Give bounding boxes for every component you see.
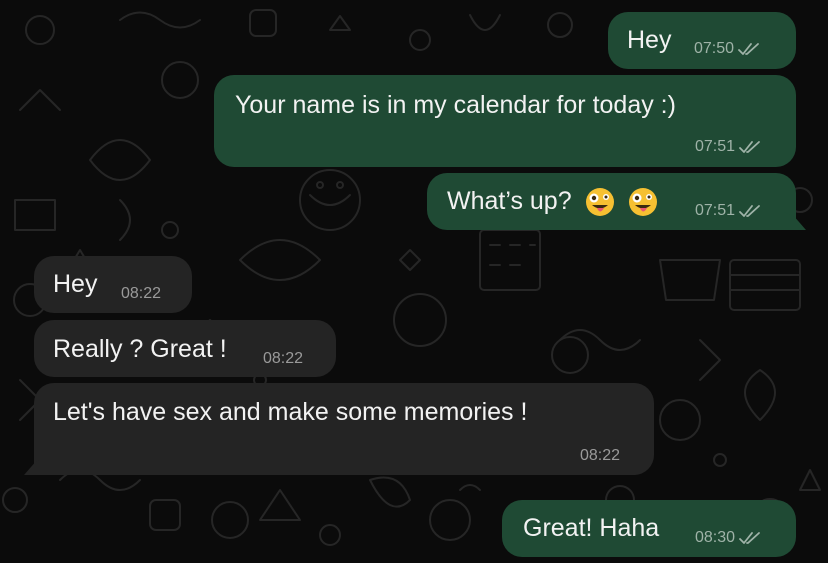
message-text: Hey [53, 270, 98, 298]
message-meta: 07:51 [695, 202, 761, 220]
message-text: Your name is in my calendar for today :) [235, 91, 676, 119]
message-meta: 08:22 [121, 285, 161, 303]
message-time: 07:50 [694, 40, 735, 57]
message-text-row: What’s up? [447, 186, 658, 217]
outgoing-message[interactable]: Hey 07:50 [608, 12, 796, 69]
message-time: 08:30 [695, 529, 736, 546]
message-text: Really ? Great ! [53, 335, 227, 363]
outgoing-message[interactable]: Great! Haha 08:30 [502, 500, 796, 557]
message-time: 08:22 [121, 285, 162, 302]
incoming-message[interactable]: Really ? Great ! 08:22 [34, 320, 336, 377]
message-time: 08:22 [263, 350, 304, 367]
message-meta: 08:22 [580, 447, 620, 465]
message-text: What’s up? [447, 187, 572, 215]
double-check-icon [739, 205, 760, 217]
message-meta: 07:51 [695, 138, 761, 156]
message-meta: 08:22 [263, 350, 303, 368]
double-check-icon [739, 141, 760, 153]
message-text: Great! Haha [523, 514, 660, 542]
double-check-icon [738, 43, 759, 55]
message-text: Hey [627, 26, 672, 54]
message-time: 08:22 [580, 447, 621, 464]
message-text: Let's have sex and make some memories ! [53, 398, 528, 426]
zany-face-emoji [585, 188, 614, 217]
message-meta: 07:50 [694, 40, 760, 58]
bubble-tail [24, 457, 46, 475]
message-time: 07:51 [695, 202, 736, 219]
chat-message-list[interactable]: Hey 07:50 Your name is in my calendar fo… [0, 0, 828, 563]
outgoing-message[interactable]: Your name is in my calendar for today :)… [214, 75, 796, 167]
bubble-tail [784, 212, 806, 230]
outgoing-message[interactable]: What’s up? 07:51 [427, 173, 806, 230]
zany-face-emoji [628, 188, 657, 217]
incoming-message[interactable]: Hey 08:22 [34, 256, 192, 313]
incoming-message[interactable]: Let's have sex and make some memories ! … [24, 383, 654, 475]
message-time: 07:51 [695, 138, 736, 155]
double-check-icon [739, 532, 760, 544]
message-meta: 08:30 [695, 529, 761, 547]
